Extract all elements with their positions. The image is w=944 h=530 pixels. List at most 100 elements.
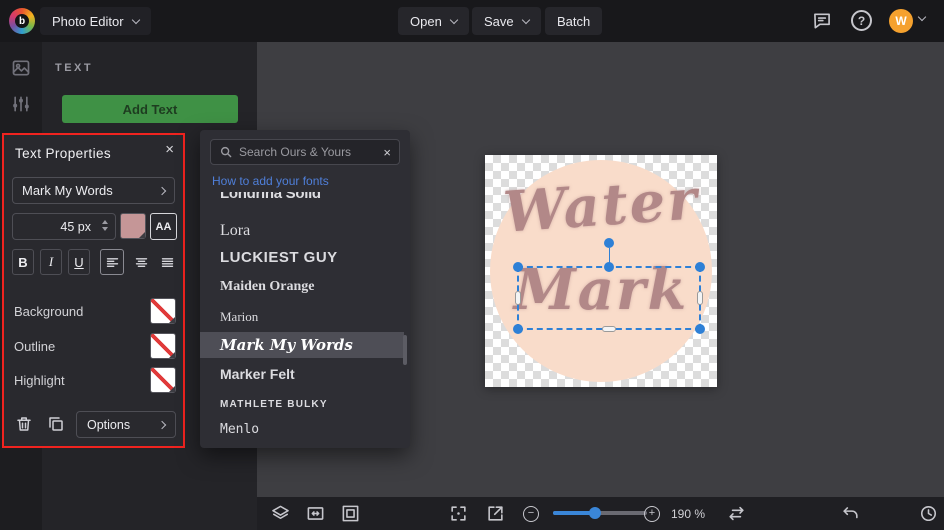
font-search-input[interactable] [239, 145, 377, 159]
add-fonts-link[interactable]: How to add your fonts [212, 174, 329, 188]
font-option-maiden-orange[interactable]: Maiden Orange [220, 279, 315, 295]
text-selection-box[interactable] [517, 266, 701, 330]
save-button[interactable]: Save [472, 7, 541, 35]
photo-editor-app: b Photo Editor Open Save Batch ? W [0, 0, 944, 530]
minus-icon: − [528, 507, 534, 519]
resize-handle-top-right[interactable] [695, 262, 705, 272]
batch-button[interactable]: Batch [545, 7, 602, 35]
background-color-swatch[interactable] [150, 298, 176, 324]
font-option-lora[interactable]: Lora [220, 222, 250, 240]
zoom-slider-handle[interactable] [589, 507, 601, 519]
plus-icon: + [649, 507, 655, 519]
swap-arrows-icon [727, 504, 746, 523]
open-in-new-icon [486, 504, 505, 523]
bold-button[interactable]: B [12, 249, 34, 275]
background-label: Background [14, 304, 83, 319]
befunky-logo-icon[interactable]: b [9, 8, 35, 34]
image-icon [11, 58, 31, 78]
highlight-color-swatch[interactable] [150, 367, 176, 393]
zoom-in-button[interactable]: + [644, 506, 660, 522]
chevron-down-icon [521, 15, 529, 23]
chevron-down-icon [450, 15, 458, 23]
avatar-initial: W [895, 14, 906, 28]
align-left-button[interactable] [100, 249, 124, 275]
font-search-box: × [210, 139, 400, 165]
font-option-marker-felt[interactable]: Marker Felt [220, 366, 295, 382]
resize-handle-bottom-right[interactable] [695, 324, 705, 334]
image-tool-button[interactable] [11, 58, 33, 80]
align-justify-button[interactable] [155, 249, 179, 275]
panel-title: TEXT [55, 62, 93, 74]
add-text-button[interactable]: Add Text [62, 95, 238, 123]
fit-screen-button[interactable] [449, 504, 469, 524]
outline-color-swatch[interactable] [150, 333, 176, 359]
resize-canvas-button[interactable] [306, 504, 326, 524]
adjust-tool-button[interactable] [11, 94, 33, 116]
font-size-field [12, 213, 116, 240]
undo-button[interactable] [841, 504, 861, 524]
font-size-stepper[interactable] [102, 220, 108, 231]
help-button[interactable]: ? [851, 10, 872, 31]
italic-button[interactable]: I [40, 249, 62, 275]
history-button[interactable] [919, 504, 939, 524]
bottom-toolbar: − + 190 % [257, 497, 944, 530]
delete-text-button[interactable] [12, 411, 36, 437]
align-left-icon [105, 255, 120, 270]
handle-top-center[interactable] [604, 262, 614, 272]
chevron-right-icon [158, 186, 166, 194]
font-option-luckiest-guy[interactable]: LUCKIEST GUY [220, 249, 338, 266]
text-color-swatch[interactable] [120, 213, 146, 239]
avatar[interactable]: W [889, 9, 913, 33]
align-center-button[interactable] [129, 249, 153, 275]
zoom-level-label: 190 % [671, 507, 705, 521]
font-size-input[interactable] [13, 214, 115, 239]
open-label: Open [410, 14, 442, 29]
resize-canvas-icon [306, 504, 325, 523]
app-menu-button[interactable]: Photo Editor [40, 7, 151, 35]
font-family-dropdown[interactable]: Mark My Words [12, 177, 175, 204]
font-option-menlo[interactable]: Menlo [220, 422, 259, 437]
font-option-londrina-solid[interactable]: Londrina Solid [220, 192, 321, 202]
close-icon[interactable]: × [165, 141, 174, 158]
duplicate-text-button[interactable] [44, 411, 68, 437]
underline-button[interactable]: U [68, 249, 90, 275]
feedback-chat-icon[interactable] [811, 11, 833, 31]
stepper-down-icon[interactable] [102, 227, 108, 231]
font-list-scrollbar[interactable] [403, 335, 407, 365]
align-center-icon [134, 255, 149, 270]
outline-label: Outline [14, 339, 55, 354]
stretch-handle-left[interactable] [515, 291, 521, 305]
clear-search-icon[interactable]: × [383, 145, 391, 160]
font-family-value: Mark My Words [22, 183, 113, 198]
sliders-icon [11, 94, 31, 114]
resize-handle-top-left[interactable] [513, 262, 523, 272]
fit-screen-icon [449, 504, 468, 523]
rotate-handle[interactable] [604, 238, 614, 248]
letter-case-button[interactable]: AA [150, 213, 177, 240]
trash-icon [15, 415, 33, 433]
layers-icon [271, 504, 290, 523]
fullscreen-preview-button[interactable] [486, 504, 506, 524]
font-option-mathlete-bulky[interactable]: MATHLETE BULKY [220, 399, 328, 410]
stepper-up-icon[interactable] [102, 220, 108, 224]
text-properties-title: Text Properties [15, 146, 111, 161]
batch-label: Batch [557, 14, 590, 29]
options-button[interactable]: Options [76, 411, 176, 438]
save-label: Save [484, 14, 514, 29]
logo-letter: b [15, 14, 29, 28]
font-option-marion[interactable]: Marion [220, 309, 258, 325]
stretch-handle-right[interactable] [697, 291, 703, 305]
open-button[interactable]: Open [398, 7, 469, 35]
resize-handle-bottom-left[interactable] [513, 324, 523, 334]
stretch-handle-bottom[interactable] [602, 326, 616, 332]
font-list: Londrina Solid Lora LUCKIEST GUY Maiden … [200, 192, 410, 448]
history-clock-icon [919, 504, 938, 523]
frame-icon [341, 504, 360, 523]
account-chevron-down-icon[interactable] [918, 13, 926, 21]
search-icon [219, 145, 233, 159]
font-option-mark-my-words-selected[interactable]: Mark My Words [200, 332, 404, 358]
compare-button[interactable] [727, 504, 747, 524]
layers-button[interactable] [271, 504, 291, 524]
zoom-out-button[interactable]: − [523, 506, 539, 522]
frame-button[interactable] [341, 504, 361, 524]
